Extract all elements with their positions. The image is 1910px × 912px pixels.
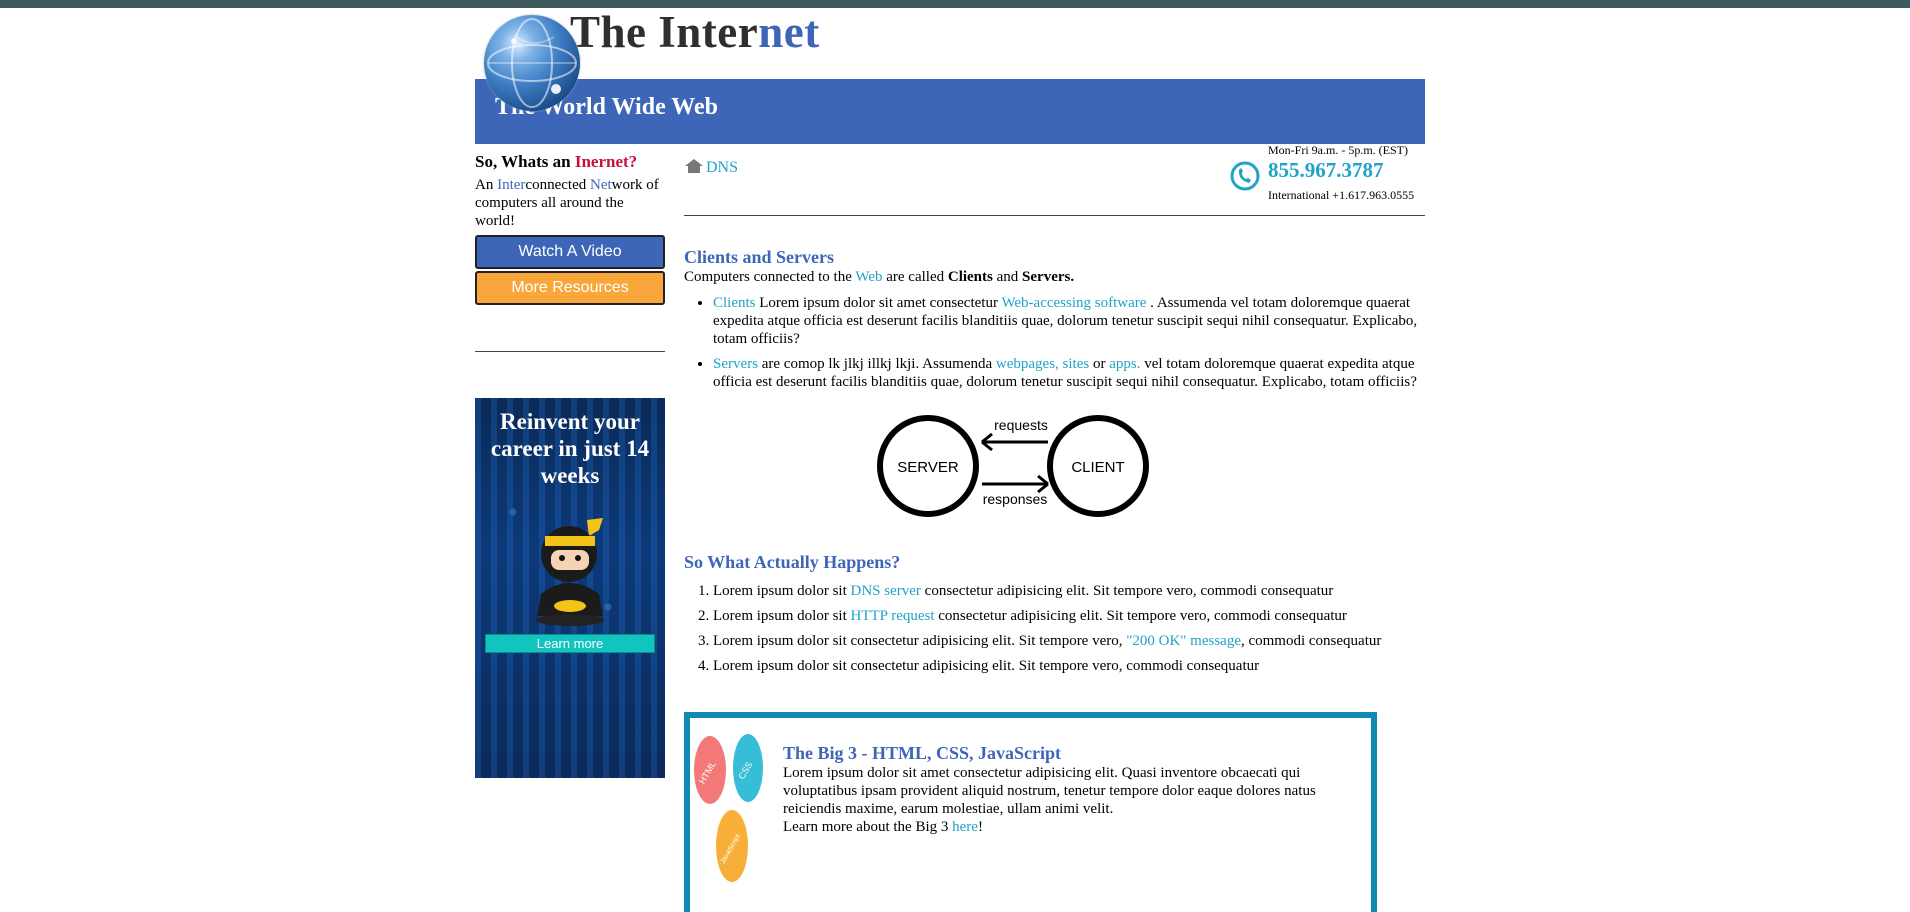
- clients-servers-list: Clients Lorem ipsum dolor sit amet conse…: [684, 294, 1425, 391]
- step-text: Lorem ipsum dolor sit: [713, 608, 851, 624]
- 200-ok-message-link[interactable]: "200 OK" message: [1126, 633, 1241, 649]
- sidebar: So, Whats an Inernet? An Interconnected …: [475, 152, 665, 230]
- requests-label: requests: [994, 417, 1048, 433]
- step-text: , commodi consequatur: [1240, 633, 1382, 649]
- http-request-link[interactable]: HTTP request: [851, 608, 935, 624]
- intro-text: An: [475, 177, 498, 193]
- clients-servers-intro: Computers connected to the Web are calle…: [684, 268, 1425, 286]
- more-text: !: [977, 819, 983, 835]
- ninja-icon: [536, 518, 604, 626]
- what-happens-heading: So What Actually Happens?: [684, 552, 901, 572]
- client-label: CLIENT: [1071, 459, 1124, 476]
- sidebar-heading: So, Whats an Inernet?: [475, 152, 665, 172]
- list-item: Clients Lorem ipsum dolor sit amet conse…: [713, 294, 1425, 348]
- server-label: SERVER: [897, 459, 959, 476]
- step-text: consectetur adipisicing elit. Sit tempor…: [920, 583, 1334, 599]
- phone-number-link[interactable]: 855.967.3787: [1268, 158, 1384, 183]
- breadcrumb-dns-link[interactable]: DNS: [706, 159, 738, 176]
- intro-text: and: [992, 269, 1023, 285]
- big3-more: Learn more about the Big 3 here!: [783, 818, 1373, 836]
- sidebar-heading-text: So, Whats an: [475, 152, 575, 171]
- site-title-main: The Inter: [570, 7, 759, 57]
- bullet-text: or: [1089, 356, 1110, 372]
- what-happens-section: So What Actually Happens? Lorem ipsum do…: [684, 552, 1425, 682]
- big3-panel: HTML CSS JavaScript The Big 3 - HTML, CS…: [684, 712, 1377, 912]
- phone-row: 855.967.3787: [1228, 158, 1425, 191]
- bullet-text: are comop lk jlkj illkj lkji. Assumenda: [758, 356, 996, 372]
- web-accessing-software-link[interactable]: Web-accessing software: [1001, 295, 1146, 311]
- intro-text: connected: [525, 177, 590, 193]
- clients-servers-section: Clients and Servers Computers connected …: [684, 247, 1425, 398]
- top-bar: [0, 0, 1910, 8]
- intro-accent: Net: [589, 177, 612, 193]
- globe-logo-icon: [484, 15, 580, 111]
- list-item: Lorem ipsum dolor sit HTTP request conse…: [713, 607, 1425, 625]
- step-text: Lorem ipsum dolor sit: [713, 583, 851, 599]
- big3-heading: The Big 3 - HTML, CSS, JavaScript: [783, 743, 1062, 763]
- list-item: Servers are comop lk jlkj illkj lkji. As…: [713, 355, 1425, 391]
- clients-term: Clients: [947, 269, 993, 285]
- international-phone: International +1.617.963.0555: [1268, 188, 1415, 202]
- bullet-text: Lorem ipsum dolor sit amet consectetur: [755, 295, 1002, 311]
- dns-server-link[interactable]: DNS server: [851, 583, 921, 599]
- list-item: Lorem ipsum dolor sit consectetur adipis…: [713, 632, 1425, 650]
- intro-text: are called: [882, 269, 948, 285]
- big3-badges: HTML CSS JavaScript: [694, 734, 763, 882]
- client-server-diagram: SERVER CLIENT requests responses: [877, 415, 1149, 517]
- ad-banner[interactable]: Reinvent your career in just 14 weeks Le…: [475, 398, 665, 778]
- sidebar-intro: An Interconnected Network of computers a…: [475, 176, 665, 230]
- big3-body: Lorem ipsum dolor sit amet consectetur a…: [783, 765, 1316, 817]
- site-title-accent: net: [758, 7, 820, 57]
- clients-servers-heading: Clients and Servers: [684, 247, 834, 267]
- main-divider: [684, 215, 1425, 216]
- list-item: Lorem ipsum dolor sit DNS server consect…: [713, 582, 1425, 600]
- business-hours: Mon-Fri 9a.m. - 5p.m. (EST): [1268, 143, 1408, 157]
- intro-accent: Inter: [497, 177, 526, 193]
- contact-info: Mon-Fri 9a.m. - 5p.m. (EST) 855.967.3787…: [1228, 143, 1425, 203]
- more-resources-button[interactable]: More Resources: [475, 271, 665, 305]
- ad-learn-more-button[interactable]: Learn more: [485, 634, 655, 653]
- sidebar-divider: [475, 351, 665, 352]
- apps-link[interactable]: apps.: [1109, 356, 1140, 372]
- banner: The World Wide Web: [475, 79, 1425, 144]
- watch-video-button[interactable]: Watch A Video: [475, 235, 665, 269]
- site-title: The Internet: [570, 6, 820, 58]
- list-item: Lorem ipsum dolor sit consectetur adipis…: [713, 657, 1425, 675]
- more-text: Learn more about the Big 3: [783, 819, 953, 835]
- clients-link[interactable]: Clients: [713, 295, 756, 311]
- phone-icon: [1230, 161, 1260, 191]
- webpages-sites-link[interactable]: webpages, sites: [996, 356, 1089, 372]
- sidebar-heading-accent: Inernet?: [574, 152, 638, 171]
- servers-term: Servers.: [1022, 269, 1075, 285]
- breadcrumb: DNS: [684, 158, 738, 177]
- big3-text: The Big 3 - HTML, CSS, JavaScript Lorem …: [783, 743, 1373, 836]
- big3-here-link[interactable]: here: [952, 819, 978, 835]
- responses-label: responses: [983, 491, 1048, 507]
- servers-link[interactable]: Servers: [713, 356, 758, 372]
- step-text: Lorem ipsum dolor sit consectetur adipis…: [713, 633, 1127, 649]
- intro-text: Computers connected to the: [684, 269, 856, 285]
- step-text: consectetur adipisicing elit. Sit tempor…: [934, 608, 1347, 624]
- home-icon[interactable]: [684, 158, 704, 174]
- ad-title: Reinvent your career in just 14 weeks: [490, 409, 650, 488]
- what-happens-list: Lorem ipsum dolor sit DNS server consect…: [684, 582, 1425, 675]
- web-link[interactable]: Web: [855, 269, 882, 285]
